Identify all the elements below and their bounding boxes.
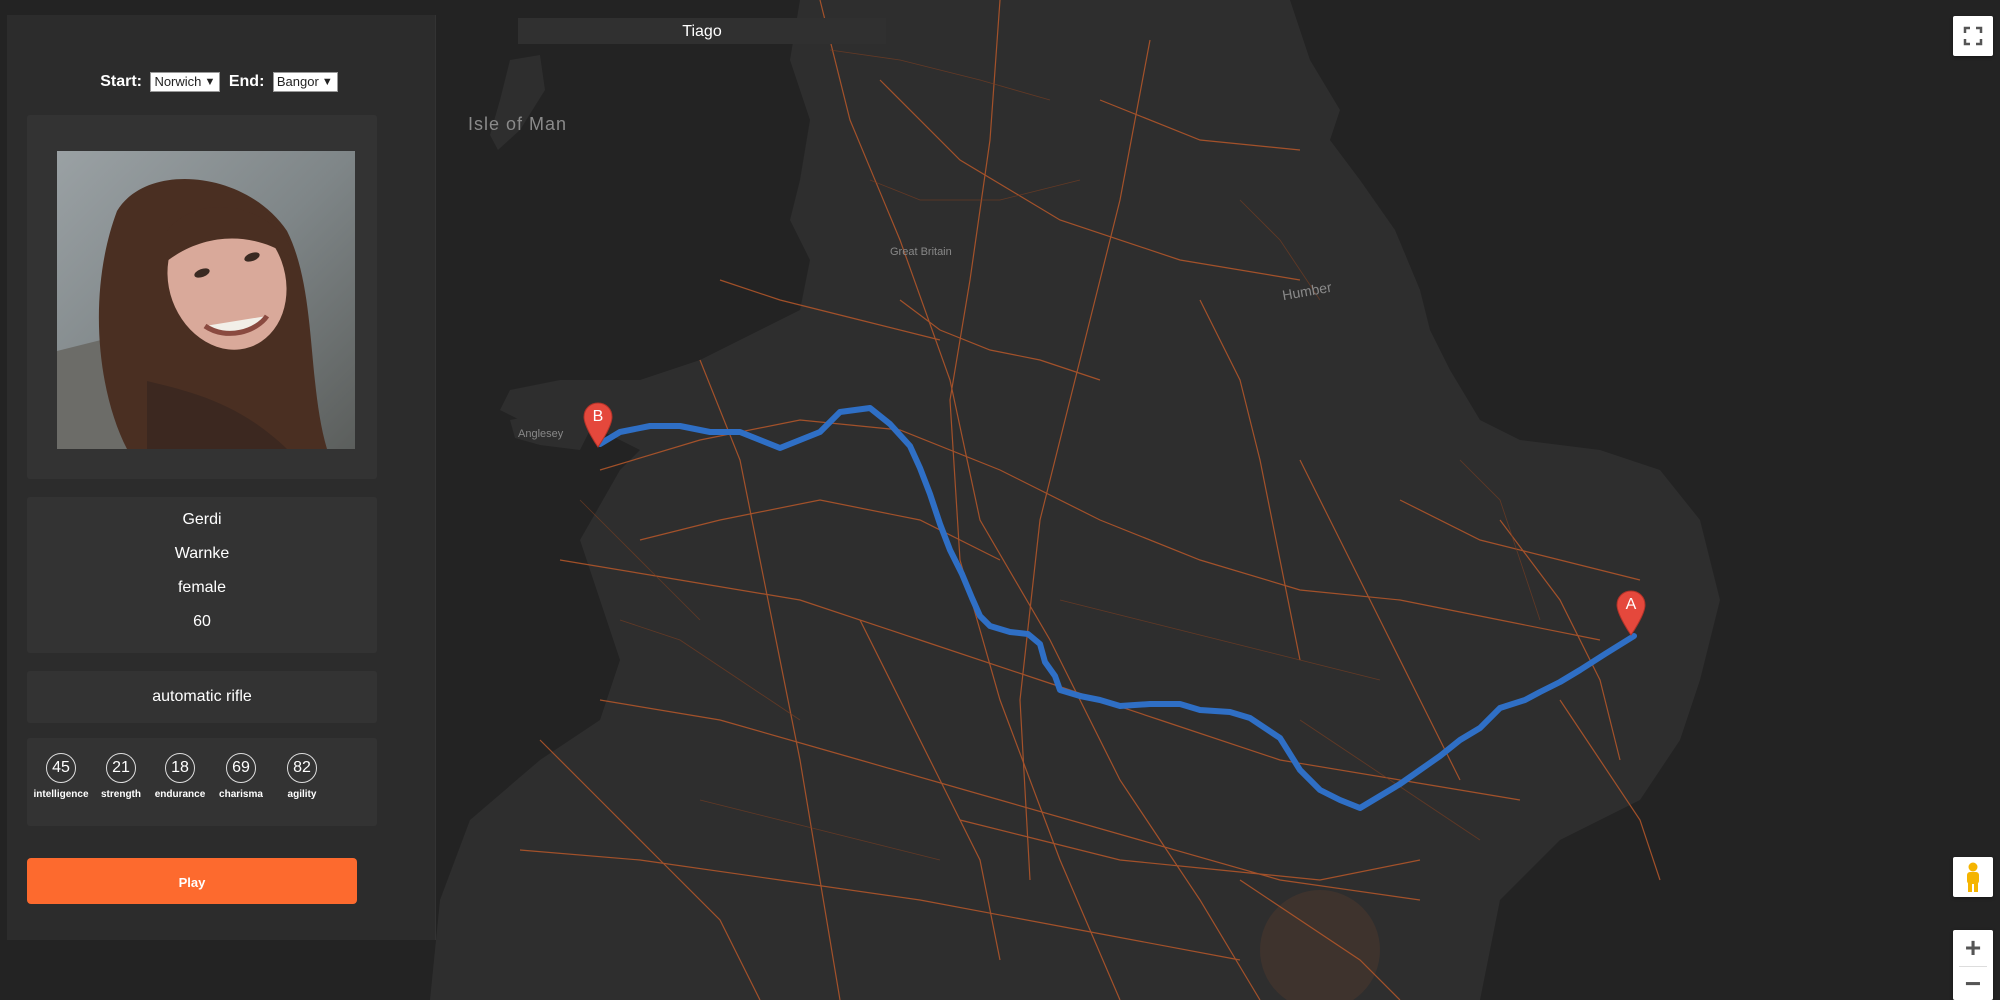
label-great-britain: Great Britain xyxy=(890,246,952,258)
stats-row: 45 intelligence 21 strength 18 endurance… xyxy=(27,753,377,813)
route-marker-start[interactable]: A xyxy=(1616,590,1646,636)
stat-value: 82 xyxy=(287,753,317,783)
stat-strength: 21 strength xyxy=(93,753,149,800)
street-view-pegman[interactable] xyxy=(1953,857,1993,897)
stat-charisma: 69 charisma xyxy=(213,753,269,800)
stat-label: agility xyxy=(287,789,317,800)
zoom-in-button[interactable]: + xyxy=(1953,930,1993,966)
last-name: Warnke xyxy=(174,545,230,562)
fullscreen-button[interactable] xyxy=(1953,16,1993,56)
end-city-select[interactable]: Bangor ▼ xyxy=(272,72,338,92)
marker-end-label: B xyxy=(592,408,604,425)
label-isle-of-man: Isle of Man xyxy=(468,114,568,134)
start-city-select[interactable]: Norwich ▼ xyxy=(150,72,221,92)
stat-label: strength xyxy=(101,789,141,800)
zoom-control: + − xyxy=(1953,930,1993,1000)
dropdown-arrow-icon: ▼ xyxy=(321,76,333,88)
weapon: automatic rifle xyxy=(152,688,252,705)
play-button[interactable]: Play xyxy=(27,858,357,904)
zoom-out-button[interactable]: − xyxy=(1953,967,1993,1000)
stat-value: 21 xyxy=(106,753,136,783)
route-selector: Start: Norwich ▼ End: Bangor ▼ xyxy=(7,72,435,92)
stat-label: charisma xyxy=(219,789,263,800)
weapon-card: automatic rifle xyxy=(27,671,377,723)
stat-value: 69 xyxy=(226,753,256,783)
end-label: End: xyxy=(228,73,265,90)
avatar xyxy=(57,151,355,449)
portrait-photo xyxy=(57,151,355,449)
pegman-icon xyxy=(1967,862,1979,892)
age: 60 xyxy=(193,613,211,630)
stat-label: endurance xyxy=(154,789,206,800)
stat-intelligence: 45 intelligence xyxy=(33,753,89,800)
gender: female xyxy=(177,579,227,596)
stats-card: 45 intelligence 21 strength 18 endurance… xyxy=(27,738,377,826)
stat-value: 45 xyxy=(46,753,76,783)
start-label: Start: xyxy=(100,73,142,90)
stat-agility: 82 agility xyxy=(274,753,330,800)
fullscreen-icon xyxy=(1963,26,1983,46)
dropdown-arrow-icon: ▼ xyxy=(204,76,216,88)
route-marker-end[interactable]: B xyxy=(583,402,613,448)
map-title: Tiago xyxy=(518,18,886,44)
identity-card: Gerdi Warnke female 60 xyxy=(27,497,377,653)
start-city-value: Norwich xyxy=(154,74,202,89)
stat-value: 18 xyxy=(165,753,195,783)
label-anglesey: Anglesey xyxy=(518,428,564,440)
end-city-value: Bangor xyxy=(276,74,319,89)
marker-start-label: A xyxy=(1625,596,1637,613)
stat-endurance: 18 endurance xyxy=(152,753,208,800)
first-name: Gerdi xyxy=(182,511,222,528)
portrait-card xyxy=(27,115,377,479)
character-panel: Start: Norwich ▼ End: Bangor ▼ Gerdi War… xyxy=(7,15,436,940)
stat-label: intelligence xyxy=(33,789,89,800)
